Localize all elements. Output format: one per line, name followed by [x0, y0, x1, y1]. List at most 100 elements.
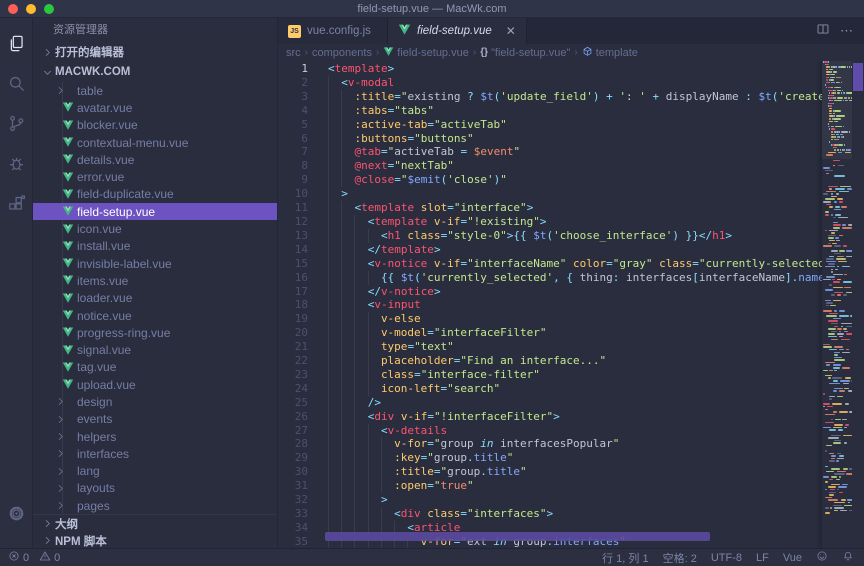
tree-file-loader.vue[interactable]: loader.vue [33, 290, 277, 307]
status-smiley-button[interactable] [816, 550, 828, 565]
tree-file-items.vue[interactable]: items.vue [33, 272, 277, 289]
horizontal-scrollbar-thumb[interactable] [325, 532, 710, 541]
sidebar-section-outline[interactable]: 大纲 [33, 515, 277, 532]
tree-file-field-duplicate.vue[interactable]: field-duplicate.vue [33, 186, 277, 203]
tree-file-field-setup.vue[interactable]: field-setup.vue [33, 203, 277, 220]
tree-folder-events[interactable]: events [33, 411, 277, 428]
sidebar-section-workspace[interactable]: MACWK.COM [33, 62, 277, 82]
tree-folder-lang[interactable]: lang [33, 463, 277, 480]
code-line-6[interactable]: 6:buttons="buttons" [278, 132, 822, 146]
code-line-3[interactable]: 3:title="existing ? $t('update_field') +… [278, 90, 822, 104]
status-indicator-0[interactable]: 行 1, 列 1 [602, 550, 648, 566]
activitybar-search-button[interactable] [0, 66, 33, 106]
tab-field-setup.vue[interactable]: field-setup.vue✕ [388, 18, 527, 44]
code-line-24[interactable]: 24icon-left="search" [278, 382, 822, 396]
status-indicator-1[interactable]: 空格: 2 [663, 550, 697, 566]
breadcrumb-item-field-setup.vue[interactable]: {}"field-setup.vue" [480, 47, 570, 59]
code-line-33[interactable]: 33<div class="interfaces"> [278, 507, 822, 521]
activitybar-source-control-button[interactable] [0, 106, 33, 146]
line-number: 17 [278, 285, 308, 299]
code-line-20[interactable]: 20v-model="interfaceFilter" [278, 326, 822, 340]
code-line-5[interactable]: 5:active-tab="activeTab" [278, 118, 822, 132]
sidebar-section-npm-scripts[interactable]: NPM 脚本 [33, 532, 277, 548]
status-error-count[interactable]: 0 [8, 550, 29, 565]
code-line-8[interactable]: 8@next="nextTab" [278, 159, 822, 173]
code-line-14[interactable]: 14</template> [278, 243, 822, 257]
code-line-17[interactable]: 17</v-notice> [278, 285, 822, 299]
code-line-22[interactable]: 22placeholder="Find an interface..." [278, 354, 822, 368]
activitybar-manage-button[interactable] [0, 496, 33, 536]
tree-folder-design[interactable]: design [33, 393, 277, 410]
close-window-button[interactable] [8, 4, 18, 14]
explorer-sidebar: 资源管理器 打开的编辑器MACWK.COM tableavatar.vueblo… [33, 18, 278, 548]
split-editor-icon[interactable] [816, 22, 830, 41]
code-line-23[interactable]: 23class="interface-filter" [278, 368, 822, 382]
tree-file-invisible-label.vue[interactable]: invisible-label.vue [33, 255, 277, 272]
status-warning-count[interactable]: 0 [39, 550, 60, 565]
tree-file-notice.vue[interactable]: notice.vue [33, 307, 277, 324]
code-line-4[interactable]: 4:tabs="tabs" [278, 104, 822, 118]
breadcrumb-item-components[interactable]: components [312, 47, 372, 59]
tree-file-contextual-menu.vue[interactable]: contextual-menu.vue [33, 134, 277, 151]
line-number: 9 [278, 173, 308, 187]
code-line-21[interactable]: 21type="text" [278, 340, 822, 354]
tree-folder-pages[interactable]: pages [33, 497, 277, 514]
code-line-26[interactable]: 26<div v-if="!interfaceFilter"> [278, 410, 822, 424]
tab-vue.config.js[interactable]: JSvue.config.js [278, 18, 388, 44]
code-line-31[interactable]: 31:open="true" [278, 479, 822, 493]
code-line-10[interactable]: 10> [278, 187, 822, 201]
tree-file-icon.vue[interactable]: icon.vue [33, 220, 277, 237]
tree-folder-layouts[interactable]: layouts [33, 480, 277, 497]
activitybar-extensions-button[interactable] [0, 186, 33, 226]
code-line-25[interactable]: 25/> [278, 396, 822, 410]
close-tab-icon[interactable]: ✕ [506, 25, 516, 37]
tree-file-signal.vue[interactable]: signal.vue [33, 341, 277, 358]
more-actions-icon[interactable]: ⋯ [840, 23, 854, 39]
tree-file-tag.vue[interactable]: tag.vue [33, 359, 277, 376]
breadcrumb-item-template[interactable]: template [582, 46, 638, 60]
line-number: 22 [278, 354, 308, 368]
code-line-13[interactable]: 13<h1 class="style-0">{{ $t('choose_inte… [278, 229, 822, 243]
code-line-11[interactable]: 11<template slot="interface"> [278, 201, 822, 215]
breadcrumb-item-field-setup.vue[interactable]: field-setup.vue [383, 46, 469, 60]
code-line-18[interactable]: 18<v-input [278, 298, 822, 312]
status-indicator-4[interactable]: Vue [783, 552, 802, 564]
breadcrumb-item-src[interactable]: src [286, 47, 301, 59]
tree-file-blocker.vue[interactable]: blocker.vue [33, 117, 277, 134]
sidebar-section-open-editors[interactable]: 打开的编辑器 [33, 42, 277, 62]
status-indicator-2[interactable]: UTF-8 [711, 552, 742, 564]
code-line-7[interactable]: 7@tab="activeTab = $event" [278, 145, 822, 159]
code-line-12[interactable]: 12<template v-if="!existing"> [278, 215, 822, 229]
tree-folder-helpers[interactable]: helpers [33, 428, 277, 445]
tree-file-upload.vue[interactable]: upload.vue [33, 376, 277, 393]
tree-folder-interfaces[interactable]: interfaces [33, 445, 277, 462]
code-line-9[interactable]: 9@close="$emit('close')" [278, 173, 822, 187]
code-line-30[interactable]: 30:title="group.title" [278, 465, 822, 479]
tree-file-install.vue[interactable]: install.vue [33, 238, 277, 255]
status-indicator-3[interactable]: LF [756, 552, 769, 564]
activitybar-explorer-button[interactable] [0, 26, 33, 66]
code-editor[interactable]: 1<template>2<v-modal3:title="existing ? … [278, 61, 864, 548]
tree-file-avatar.vue[interactable]: avatar.vue [33, 99, 277, 116]
minimize-window-button[interactable] [26, 4, 36, 14]
code-line-15[interactable]: 15<v-notice v-if="interfaceName" color="… [278, 257, 822, 271]
code-line-28[interactable]: 28v-for="group in interfacesPopular" [278, 437, 822, 451]
tree-folder-table[interactable]: table [33, 82, 277, 99]
tree-file-details.vue[interactable]: details.vue [33, 151, 277, 168]
code-line-29[interactable]: 29:key="group.title" [278, 451, 822, 465]
code-line-2[interactable]: 2<v-modal [278, 76, 822, 90]
vertical-scrollbar-thumb[interactable] [853, 63, 863, 91]
code-line-16[interactable]: 16{{ $t('currently_selected', { thing: i… [278, 271, 822, 285]
status-bell-button[interactable] [842, 550, 854, 565]
code-line-1[interactable]: 1<template> [278, 62, 822, 76]
tree-file-error.vue[interactable]: error.vue [33, 168, 277, 185]
code-line-27[interactable]: 27<v-details [278, 424, 822, 438]
tree-file-progress-ring.vue[interactable]: progress-ring.vue [33, 324, 277, 341]
code-line-32[interactable]: 32> [278, 493, 822, 507]
zoom-window-button[interactable] [44, 4, 54, 14]
minimap[interactable] [822, 61, 852, 548]
window-controls[interactable] [8, 4, 54, 14]
code-line-19[interactable]: 19v-else [278, 312, 822, 326]
activitybar-debug-button[interactable] [0, 146, 33, 186]
tree-item-label: field-duplicate.vue [33, 187, 174, 201]
